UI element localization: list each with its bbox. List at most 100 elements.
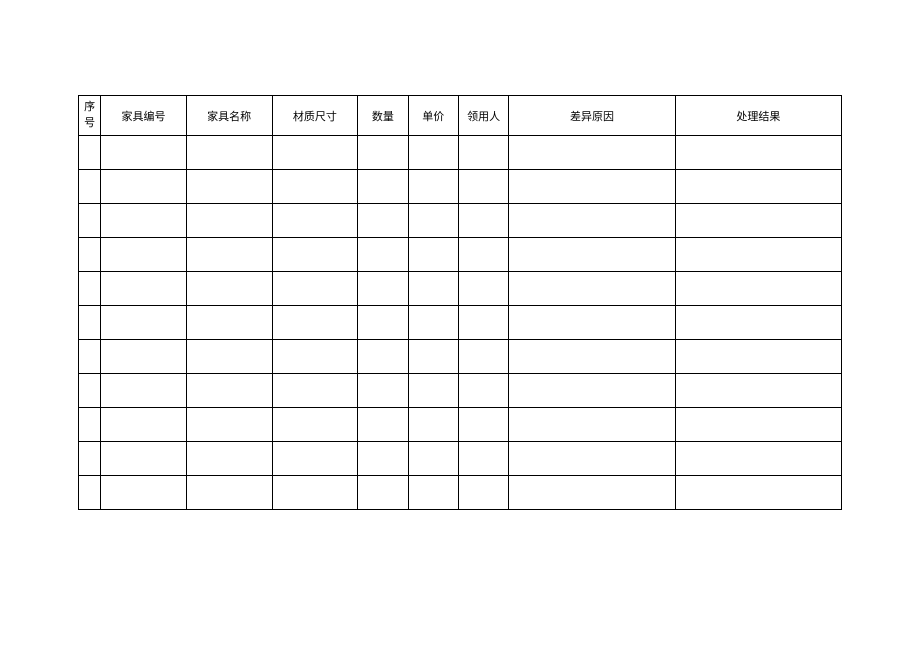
cell-qty: [358, 442, 408, 476]
cell-user: [458, 170, 508, 204]
table-row: [79, 204, 842, 238]
cell-code: [101, 170, 187, 204]
cell-reason: [509, 476, 675, 510]
cell-name: [186, 408, 272, 442]
header-seq: 序号: [79, 96, 101, 136]
table-row: [79, 476, 842, 510]
cell-spec: [272, 442, 358, 476]
cell-price: [408, 306, 458, 340]
cell-name: [186, 272, 272, 306]
cell-seq: [79, 340, 101, 374]
cell-user: [458, 476, 508, 510]
cell-name: [186, 476, 272, 510]
header-qty: 数量: [358, 96, 408, 136]
cell-code: [101, 442, 187, 476]
cell-seq: [79, 170, 101, 204]
table-row: [79, 136, 842, 170]
cell-reason: [509, 408, 675, 442]
cell-qty: [358, 204, 408, 238]
cell-reason: [509, 238, 675, 272]
cell-reason: [509, 306, 675, 340]
cell-price: [408, 408, 458, 442]
cell-reason: [509, 374, 675, 408]
cell-name: [186, 136, 272, 170]
cell-result: [675, 136, 841, 170]
cell-result: [675, 204, 841, 238]
cell-result: [675, 442, 841, 476]
table-row: [79, 272, 842, 306]
cell-spec: [272, 374, 358, 408]
cell-qty: [358, 408, 408, 442]
cell-reason: [509, 272, 675, 306]
cell-spec: [272, 238, 358, 272]
cell-spec: [272, 340, 358, 374]
table-row: [79, 238, 842, 272]
header-reason: 差异原因: [509, 96, 675, 136]
table-row: [79, 170, 842, 204]
cell-qty: [358, 170, 408, 204]
table-header-row: 序号 家具编号 家具名称 材质尺寸 数量 单价 领用人 差异原因 处理结果: [79, 96, 842, 136]
cell-result: [675, 340, 841, 374]
cell-user: [458, 374, 508, 408]
cell-user: [458, 340, 508, 374]
cell-price: [408, 272, 458, 306]
cell-seq: [79, 408, 101, 442]
cell-price: [408, 340, 458, 374]
cell-reason: [509, 442, 675, 476]
cell-price: [408, 204, 458, 238]
cell-seq: [79, 374, 101, 408]
cell-qty: [358, 340, 408, 374]
cell-name: [186, 306, 272, 340]
cell-qty: [358, 476, 408, 510]
cell-qty: [358, 306, 408, 340]
cell-seq: [79, 442, 101, 476]
table-row: [79, 306, 842, 340]
cell-seq: [79, 238, 101, 272]
cell-result: [675, 408, 841, 442]
cell-reason: [509, 170, 675, 204]
cell-code: [101, 272, 187, 306]
header-name: 家具名称: [186, 96, 272, 136]
cell-name: [186, 442, 272, 476]
cell-spec: [272, 136, 358, 170]
cell-code: [101, 374, 187, 408]
cell-reason: [509, 204, 675, 238]
cell-spec: [272, 306, 358, 340]
cell-reason: [509, 340, 675, 374]
cell-code: [101, 136, 187, 170]
cell-user: [458, 408, 508, 442]
cell-result: [675, 374, 841, 408]
cell-spec: [272, 272, 358, 306]
cell-code: [101, 476, 187, 510]
cell-result: [675, 238, 841, 272]
cell-seq: [79, 306, 101, 340]
cell-price: [408, 136, 458, 170]
cell-price: [408, 442, 458, 476]
table-row: [79, 374, 842, 408]
table-row: [79, 340, 842, 374]
cell-result: [675, 272, 841, 306]
cell-name: [186, 340, 272, 374]
furniture-table: 序号 家具编号 家具名称 材质尺寸 数量 单价 领用人 差异原因 处理结果: [78, 95, 842, 510]
cell-user: [458, 442, 508, 476]
cell-user: [458, 238, 508, 272]
cell-reason: [509, 136, 675, 170]
cell-code: [101, 340, 187, 374]
cell-price: [408, 374, 458, 408]
cell-spec: [272, 408, 358, 442]
cell-result: [675, 170, 841, 204]
cell-result: [675, 306, 841, 340]
cell-result: [675, 476, 841, 510]
cell-name: [186, 170, 272, 204]
cell-code: [101, 204, 187, 238]
cell-code: [101, 306, 187, 340]
cell-code: [101, 238, 187, 272]
cell-seq: [79, 136, 101, 170]
cell-name: [186, 238, 272, 272]
cell-seq: [79, 476, 101, 510]
cell-name: [186, 374, 272, 408]
cell-spec: [272, 476, 358, 510]
cell-qty: [358, 136, 408, 170]
cell-user: [458, 204, 508, 238]
cell-name: [186, 204, 272, 238]
